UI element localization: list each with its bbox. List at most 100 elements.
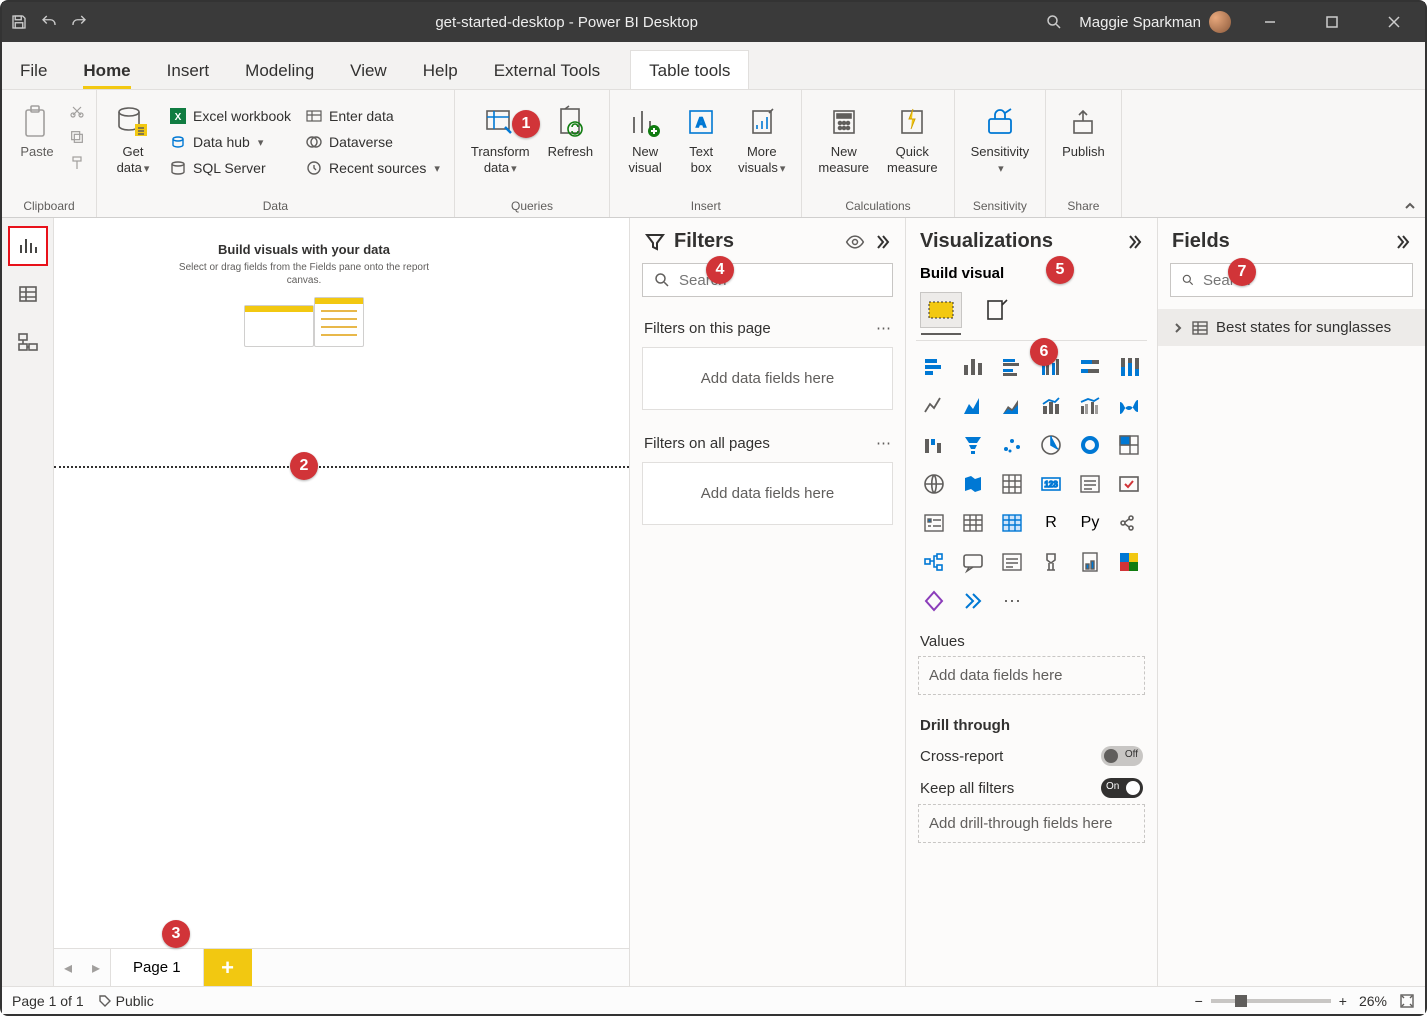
- viz-filled-map-icon[interactable]: [957, 468, 989, 500]
- fields-search[interactable]: [1170, 263, 1413, 297]
- publish-button[interactable]: Publish: [1056, 98, 1111, 162]
- viz-scatter-icon[interactable]: [996, 429, 1028, 461]
- viz-clustered-bar-icon[interactable]: [996, 351, 1028, 383]
- tab-view[interactable]: View: [332, 51, 405, 89]
- cross-report-toggle[interactable]: [1101, 746, 1143, 766]
- viz-smart-narrative-icon[interactable]: [996, 546, 1028, 578]
- cut-icon[interactable]: [68, 102, 86, 120]
- build-visual-mode[interactable]: [920, 292, 962, 328]
- redo-icon[interactable]: [70, 13, 88, 31]
- nav-report-view[interactable]: [8, 226, 48, 266]
- viz-more-icon[interactable]: ⋯: [996, 585, 1028, 617]
- copy-icon[interactable]: [68, 128, 86, 146]
- get-data-button[interactable]: Getdata▾: [107, 98, 159, 179]
- page-tab-1[interactable]: Page 1: [110, 949, 204, 986]
- viz-stacked-area-icon[interactable]: [996, 390, 1028, 422]
- new-measure-button[interactable]: Newmeasure: [812, 98, 875, 179]
- field-table-item[interactable]: Best states for sunglasses: [1158, 309, 1425, 346]
- sql-server-button[interactable]: SQL Server: [165, 156, 295, 180]
- data-hub-button[interactable]: Data hub▾: [165, 130, 295, 154]
- tab-table-tools[interactable]: Table tools: [630, 50, 749, 89]
- filters-search[interactable]: [642, 263, 893, 297]
- viz-area-icon[interactable]: [957, 390, 989, 422]
- zoom-slider[interactable]: [1211, 999, 1331, 1003]
- fit-page-icon[interactable]: [1399, 993, 1415, 1009]
- user-account[interactable]: Maggie Sparkman: [1079, 11, 1231, 33]
- viz-line-icon[interactable]: [918, 390, 950, 422]
- viz-table-icon[interactable]: [957, 507, 989, 539]
- more-icon[interactable]: ⋯: [876, 434, 891, 452]
- add-page-button[interactable]: +: [204, 949, 252, 986]
- paste-button[interactable]: Paste: [12, 98, 62, 162]
- minimize-button[interactable]: [1247, 7, 1293, 37]
- viz-r-icon[interactable]: R: [1035, 507, 1067, 539]
- dataverse-button[interactable]: Dataverse: [301, 130, 444, 154]
- tab-external-tools[interactable]: External Tools: [476, 51, 618, 89]
- save-icon[interactable]: [10, 13, 28, 31]
- ribbon-collapse-icon[interactable]: [1403, 199, 1417, 213]
- viz-python-icon[interactable]: Py: [1074, 507, 1106, 539]
- collapse-filters-icon[interactable]: [873, 233, 891, 251]
- search-icon[interactable]: [1045, 13, 1063, 31]
- undo-icon[interactable]: [40, 13, 58, 31]
- viz-ribbon-icon[interactable]: [1113, 390, 1145, 422]
- tab-file[interactable]: File: [2, 51, 65, 89]
- filters-this-page-drop[interactable]: Add data fields here: [642, 347, 893, 410]
- text-box-button[interactable]: A Textbox: [676, 98, 726, 179]
- sensitivity-button[interactable]: Sensitivity▾: [965, 98, 1036, 179]
- zoom-out-button[interactable]: −: [1195, 993, 1203, 1009]
- excel-workbook-button[interactable]: XExcel workbook: [165, 104, 295, 128]
- viz-key-influencers-icon[interactable]: [1113, 507, 1145, 539]
- eye-icon[interactable]: [845, 232, 865, 252]
- tab-insert[interactable]: Insert: [149, 51, 228, 89]
- collapse-fields-icon[interactable]: [1393, 233, 1411, 251]
- viz-powerautomate-icon[interactable]: [957, 585, 989, 617]
- new-visual-button[interactable]: Newvisual: [620, 98, 670, 179]
- viz-card-icon[interactable]: 123: [1035, 468, 1067, 500]
- maximize-button[interactable]: [1309, 7, 1355, 37]
- recent-sources-button[interactable]: Recent sources▾: [301, 156, 444, 180]
- viz-arcgis-icon[interactable]: [1113, 546, 1145, 578]
- refresh-button[interactable]: Refresh: [542, 98, 600, 162]
- viz-100-stacked-bar-icon[interactable]: [1074, 351, 1106, 383]
- page-next-icon[interactable]: ▸: [82, 958, 110, 978]
- collapse-viz-icon[interactable]: [1125, 233, 1143, 251]
- viz-map-icon[interactable]: [918, 468, 950, 500]
- values-dropzone[interactable]: Add data fields here: [918, 656, 1145, 695]
- status-sensitivity[interactable]: Public: [98, 993, 154, 1009]
- viz-treemap-icon[interactable]: [1113, 429, 1145, 461]
- viz-donut-icon[interactable]: [1074, 429, 1106, 461]
- viz-100-stacked-column-icon[interactable]: [1113, 351, 1145, 383]
- viz-matrix-icon[interactable]: [996, 507, 1028, 539]
- viz-multi-row-card-icon[interactable]: [1074, 468, 1106, 500]
- viz-pie-icon[interactable]: [1035, 429, 1067, 461]
- enter-data-button[interactable]: Enter data: [301, 104, 444, 128]
- drill-dropzone[interactable]: Add drill-through fields here: [918, 804, 1145, 843]
- viz-paginated-icon[interactable]: [1074, 546, 1106, 578]
- nav-model-view[interactable]: [8, 322, 48, 362]
- viz-stacked-bar-icon[interactable]: [918, 351, 950, 383]
- keep-filters-toggle[interactable]: [1101, 778, 1143, 798]
- filters-all-pages-drop[interactable]: Add data fields here: [642, 462, 893, 525]
- viz-qa-icon[interactable]: [957, 546, 989, 578]
- viz-decomposition-icon[interactable]: [918, 546, 950, 578]
- viz-goals-icon[interactable]: [1035, 546, 1067, 578]
- viz-funnel-icon[interactable]: [957, 429, 989, 461]
- tab-home[interactable]: Home: [65, 51, 148, 89]
- viz-line-clustered-column-icon[interactable]: [1074, 390, 1106, 422]
- viz-azure-map-icon[interactable]: [996, 468, 1028, 500]
- zoom-in-button[interactable]: +: [1339, 993, 1347, 1009]
- tab-help[interactable]: Help: [405, 51, 476, 89]
- format-visual-mode[interactable]: [976, 292, 1018, 328]
- quick-measure-button[interactable]: Quickmeasure: [881, 98, 944, 179]
- viz-line-stacked-column-icon[interactable]: [1035, 390, 1067, 422]
- viz-slicer-icon[interactable]: [918, 507, 950, 539]
- nav-data-view[interactable]: [8, 274, 48, 314]
- viz-powerapps-icon[interactable]: [918, 585, 950, 617]
- viz-waterfall-icon[interactable]: [918, 429, 950, 461]
- format-painter-icon[interactable]: [68, 154, 86, 172]
- viz-stacked-column-icon[interactable]: [957, 351, 989, 383]
- tab-modeling[interactable]: Modeling: [227, 51, 332, 89]
- more-icon[interactable]: ⋯: [876, 319, 891, 337]
- close-button[interactable]: [1371, 7, 1417, 37]
